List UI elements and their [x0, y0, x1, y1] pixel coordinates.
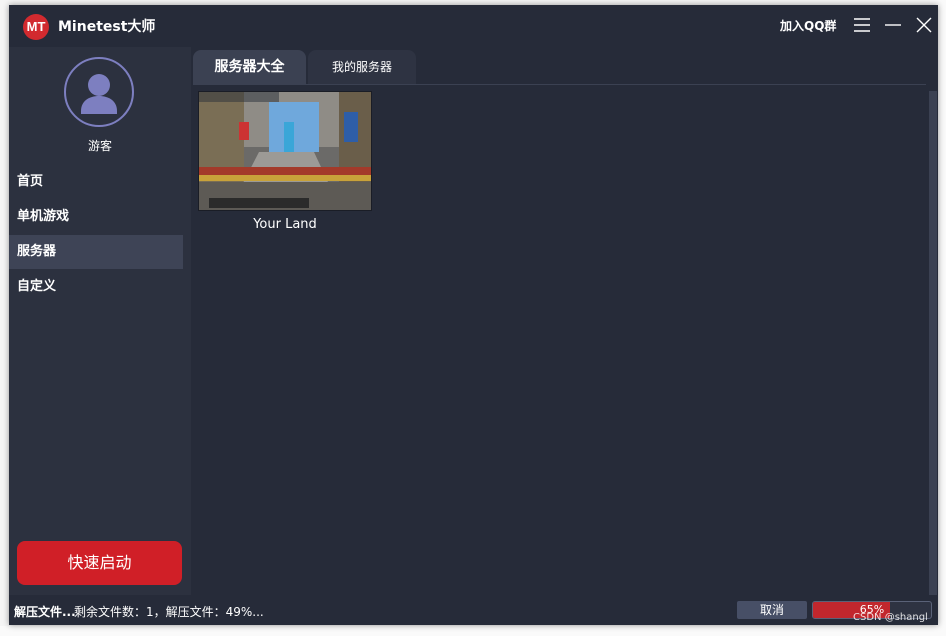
status-detail: 剩余文件数：1，解压文件：49%...	[74, 605, 264, 619]
cancel-button[interactable]: 取消	[737, 601, 807, 619]
sidebar-item-singleplayer[interactable]: 单机游戏	[9, 200, 183, 234]
status-bar: 解压文件... 剩余文件数：1，解压文件：49%... 取消 65%	[9, 595, 938, 625]
background-page-bottom	[0, 626, 946, 636]
server-name: Your Land	[253, 217, 317, 232]
sidebar-item-home[interactable]: 首页	[9, 165, 183, 199]
sidebar-item-custom[interactable]: 自定义	[9, 270, 183, 304]
main-content: 服务器大全 我的服务器 Your Land	[191, 47, 938, 595]
app-title: Minetest大师	[58, 19, 156, 35]
app-logo: MT	[23, 14, 49, 40]
tab-all-servers[interactable]: 服务器大全	[193, 50, 306, 84]
sidebar-item-servers[interactable]: 服务器	[9, 235, 183, 269]
tab-my-servers[interactable]: 我的服务器	[308, 50, 416, 84]
sidebar: 游客 首页 单机游戏 服务器 自定义 快速启动	[9, 47, 191, 595]
watermark: CSDN @shangl	[853, 612, 928, 623]
status-action: 解压文件...	[14, 605, 76, 619]
user-icon	[81, 74, 117, 114]
scrollbar[interactable]	[929, 91, 937, 595]
server-card[interactable]: Your Land	[198, 91, 372, 232]
scrollbar-thumb[interactable]	[929, 91, 937, 595]
user-name: 游客	[87, 139, 112, 153]
app-window: MT Minetest大师 加入QQ群 游客 首页 单机游戏 服务器 自定义 快…	[9, 5, 938, 625]
minimize-icon[interactable]	[883, 15, 903, 35]
close-icon[interactable]	[914, 15, 934, 35]
tab-divider	[193, 84, 926, 85]
avatar[interactable]	[64, 57, 134, 127]
quick-start-button[interactable]: 快速启动	[17, 541, 182, 585]
menu-icon[interactable]	[852, 15, 872, 35]
title-bar: MT Minetest大师 加入QQ群	[9, 5, 938, 47]
server-thumbnail	[198, 91, 372, 211]
join-qq-group-link[interactable]: 加入QQ群	[780, 17, 836, 34]
